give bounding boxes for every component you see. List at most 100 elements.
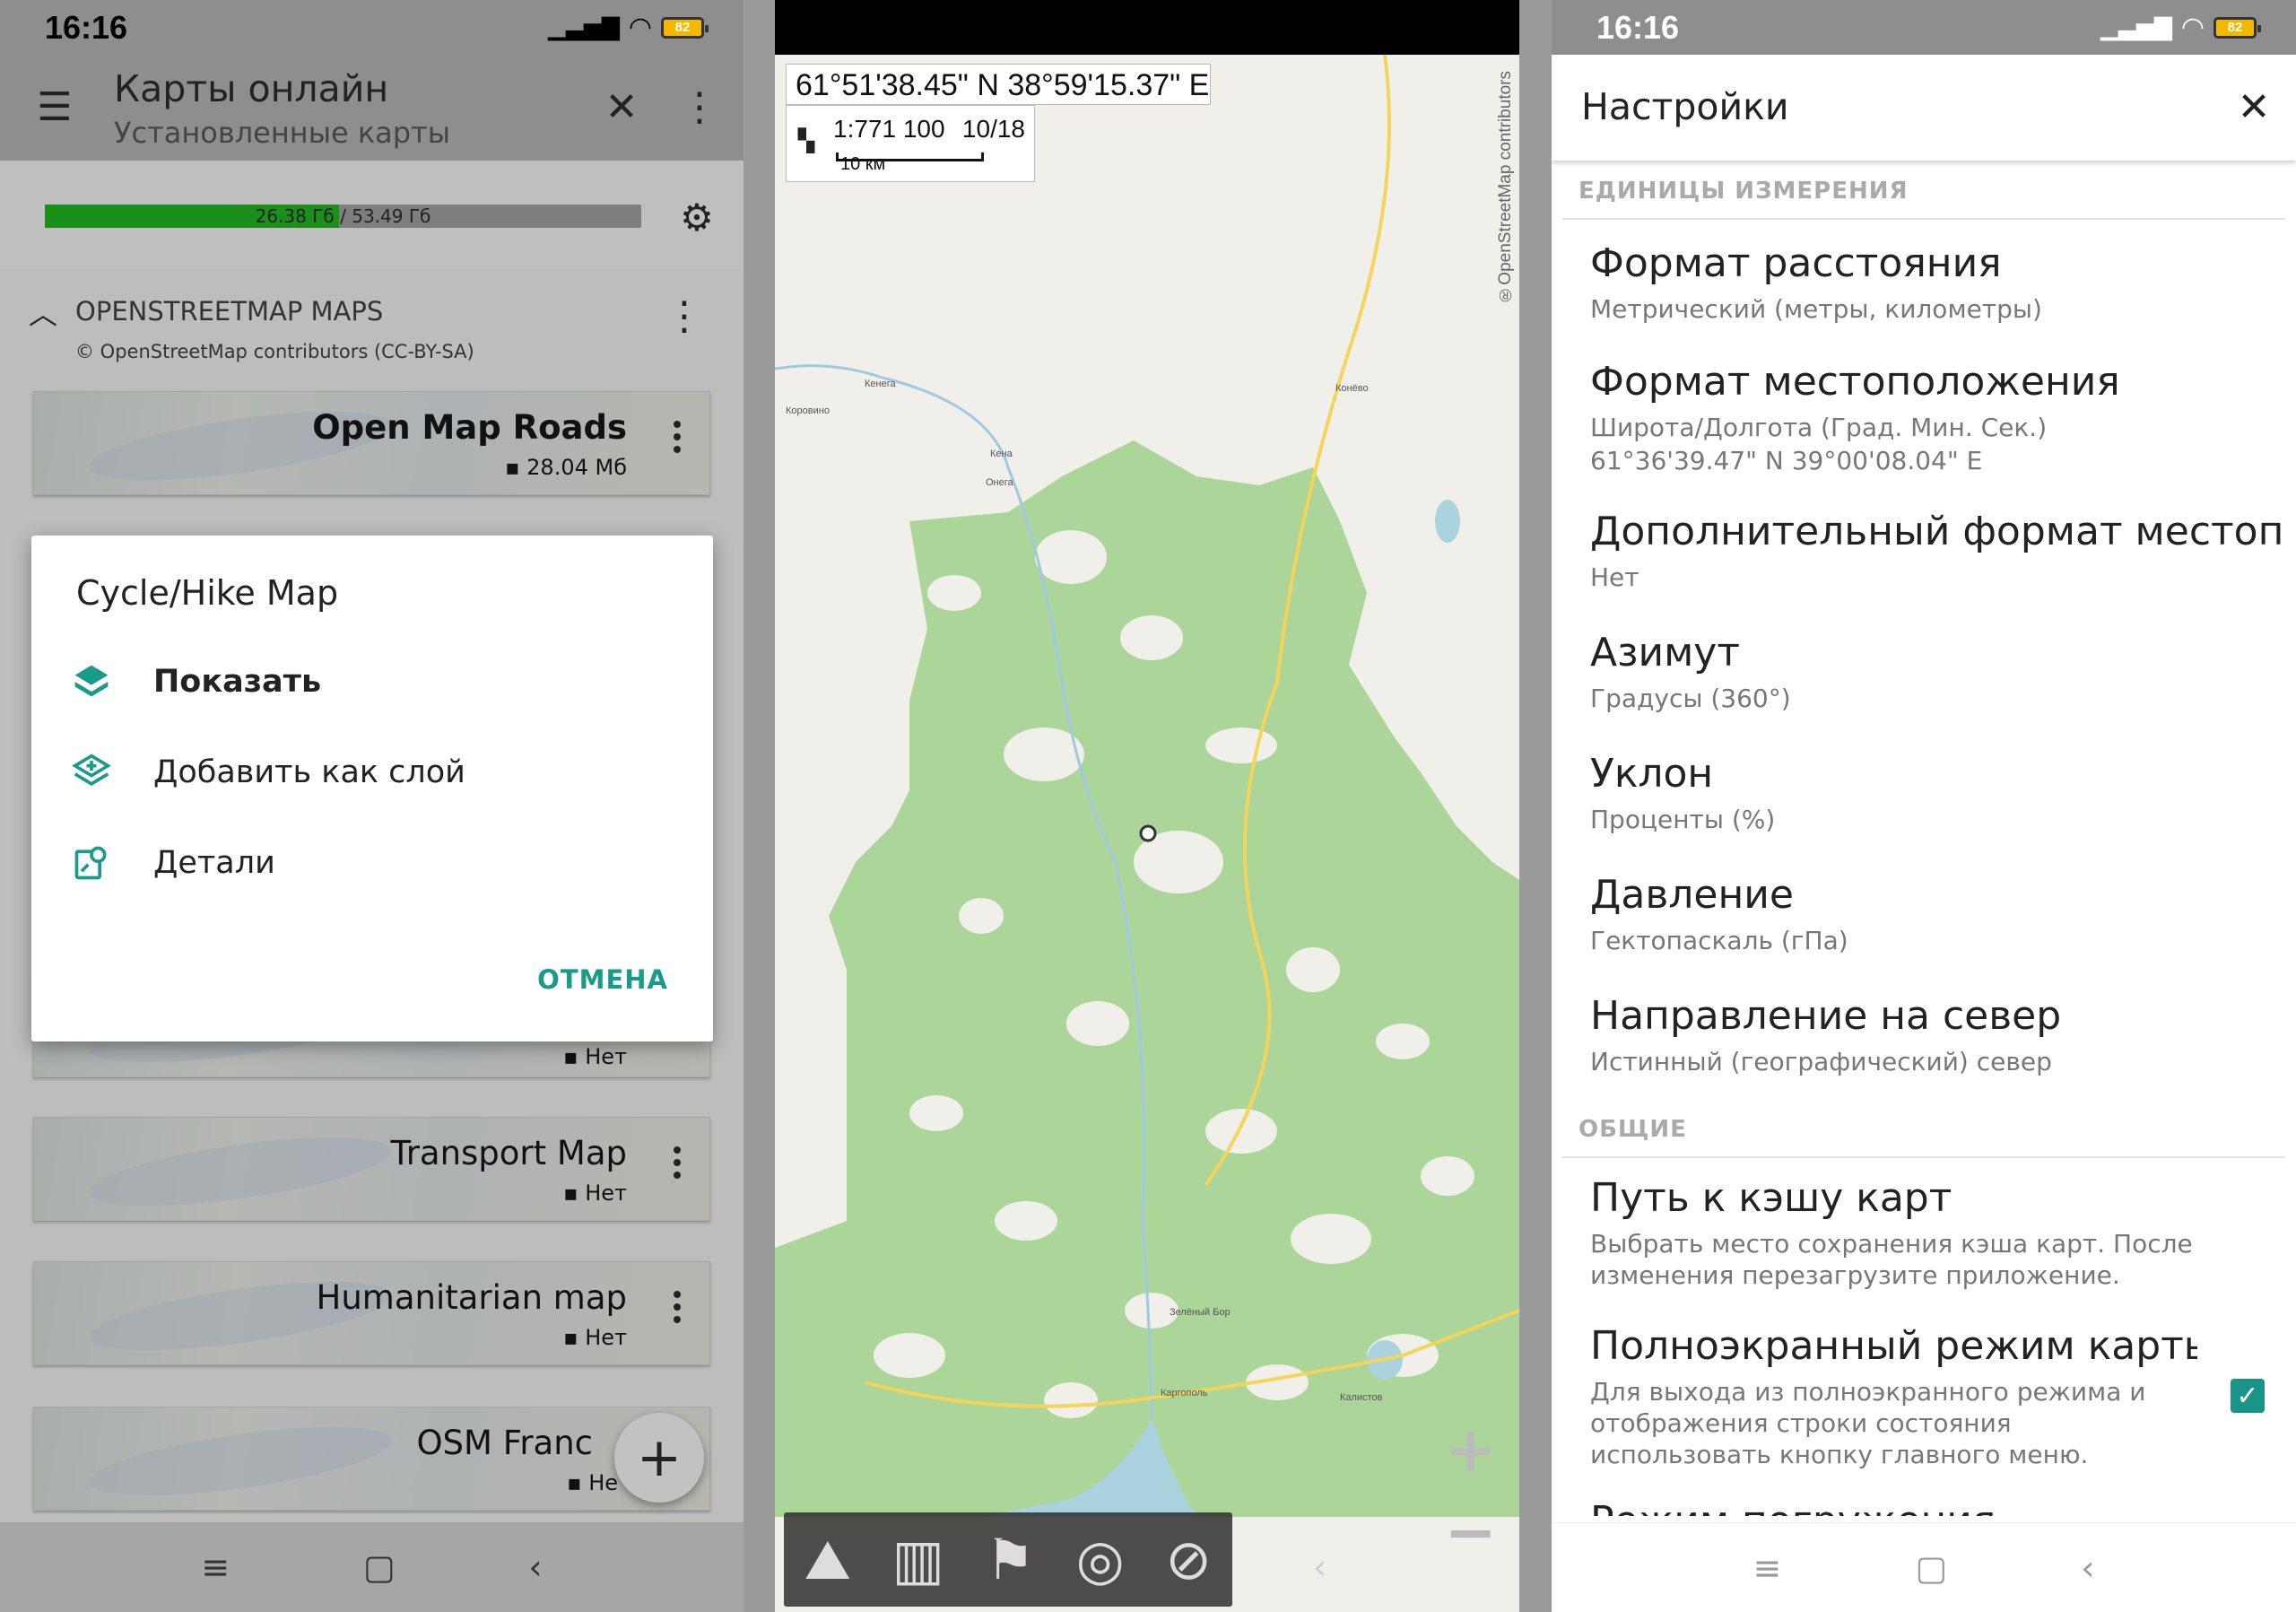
- home-icon[interactable]: ▢: [1915, 1548, 1947, 1588]
- maps-screen: 16:16 ▁▃▅▇ ◠ 82 ☰ Карты онлайн Установле…: [0, 0, 744, 1612]
- gear-icon[interactable]: ⚙: [674, 196, 719, 240]
- sd-card-icon: ▪: [563, 1044, 586, 1069]
- setting-north-direction[interactable]: Направление на север Истинный (географич…: [1590, 993, 2269, 1077]
- setting-azimuth[interactable]: Азимут Градусы (360°): [1590, 630, 2269, 714]
- signal-icon: ▁▃▅▇: [2100, 13, 2172, 40]
- map-card-size: ▪ 28.04 Мб: [505, 455, 627, 480]
- section-header-units: ЕДИНИЦЫ ИЗМЕРЕНИЯ: [1578, 178, 1909, 205]
- dialog-item-details[interactable]: Детали: [65, 832, 275, 894]
- map-card-name: Open Map Roads: [312, 408, 627, 447]
- map-layers-icon[interactable]: ▥: [891, 1531, 944, 1588]
- map-card-size: ▪ Нет: [563, 1181, 627, 1206]
- zoom-in-button[interactable]: +: [1444, 1418, 1497, 1481]
- place-label: Зелёный Бор: [1170, 1307, 1231, 1318]
- map-card-name: Humanitarian map: [316, 1278, 627, 1317]
- status-time: 16:16: [1596, 8, 1680, 46]
- map-card-humanitarian[interactable]: Humanitarian map ▪ Нет: [33, 1261, 710, 1365]
- maps-menu-icon[interactable]: ⛰: [804, 1531, 851, 1588]
- back-icon[interactable]: ‹: [528, 1547, 542, 1587]
- setting-pressure[interactable]: Давление Гектопаскаль (гПа): [1590, 872, 2269, 956]
- status-bar: 16:16 ▁▃▅▇ ◠ 82: [0, 0, 744, 55]
- map-card-size: ▪ Не: [567, 1470, 618, 1495]
- map-card-transport[interactable]: Transport Map ▪ Нет: [33, 1117, 710, 1221]
- add-map-button[interactable]: +: [614, 1413, 704, 1503]
- check-icon: ✓: [2236, 1380, 2259, 1412]
- dialog-item-show[interactable]: Показать: [65, 650, 321, 713]
- storage-progress: 26.38 Гб / 53.49 Гб: [45, 205, 641, 228]
- page-subtitle: Установленные карты: [114, 116, 450, 150]
- map-options-dialog: Cycle/Hike Map Показать Добавить как сло…: [31, 536, 713, 1041]
- place-label: Коровино: [786, 405, 830, 416]
- chevron-up-icon[interactable]: ︿: [25, 296, 61, 332]
- card-more-icon[interactable]: [674, 1291, 684, 1323]
- nav-bar: ≡ ▢ ‹: [1552, 1522, 2296, 1612]
- back-icon[interactable]: ‹: [2081, 1548, 2094, 1588]
- signal-icon: ▁▃▅▇: [547, 13, 620, 40]
- close-icon[interactable]: ✕: [2231, 87, 2276, 128]
- details-icon: [65, 841, 117, 885]
- map-card-open-map-roads[interactable]: Open Map Roads ▪ 28.04 Мб: [33, 391, 710, 495]
- page-title: Карты онлайн: [114, 67, 389, 110]
- map-card-size: ▪ Нет: [563, 1044, 627, 1069]
- battery-icon: 82: [2213, 16, 2261, 39]
- dialog-title: Cycle/Hike Map: [76, 573, 339, 613]
- more-vert-icon[interactable]: ⋮: [680, 87, 719, 128]
- scale-box: ▚ 1:771 100 10/18 10 км: [786, 105, 1035, 182]
- place-label: Калистов: [1340, 1392, 1383, 1403]
- setting-slope[interactable]: Уклон Проценты (%): [1590, 751, 2269, 835]
- menu-icon[interactable]: ☰: [32, 87, 77, 128]
- plus-icon: +: [636, 1426, 683, 1489]
- sd-card-icon: ▪: [563, 1181, 586, 1206]
- place-label: Кенега: [865, 379, 896, 389]
- map-card-osm-france[interactable]: OSM Franc ▪ Не: [33, 1407, 710, 1511]
- app-bar: Настройки ✕: [1552, 55, 2296, 161]
- setting-extra-location-format[interactable]: Дополнительный формат местоположения Нет: [1590, 509, 2285, 593]
- cancel-button[interactable]: ОТМЕНА: [537, 964, 668, 995]
- back-icon[interactable]: ‹: [1313, 1547, 1326, 1587]
- place-label: Каргополь: [1161, 1388, 1208, 1399]
- map-screen: Коровино Кенега Конёво Кена Онега Зелёны…: [775, 0, 1519, 1612]
- card-more-icon[interactable]: [674, 421, 684, 453]
- map-view[interactable]: Коровино Кенега Конёво Кена Онега Зелёны…: [775, 55, 1519, 1612]
- map-attribution: ®OpenStreetMap contributors: [1496, 71, 1515, 304]
- home-icon[interactable]: ▢: [363, 1547, 396, 1587]
- card-more-icon[interactable]: [674, 1146, 684, 1179]
- app-bar: ☰ Карты онлайн Установленные карты ✕ ⋮: [0, 55, 744, 161]
- section-more-icon[interactable]: ⋮: [665, 296, 704, 337]
- map-canvas: Коровино Кенега Конёво Кена Онега Зелёны…: [775, 55, 1519, 1612]
- add-layer-icon: [65, 750, 117, 795]
- location-marker: [1139, 824, 1157, 842]
- setting-location-format[interactable]: Формат местоположения Широта/Долгота (Гр…: [1590, 359, 2269, 476]
- recents-icon[interactable]: ≡: [201, 1547, 230, 1587]
- section-header-general: ОБЩИЕ: [1578, 1116, 1687, 1143]
- dialog-item-add-layer[interactable]: Добавить как слой: [65, 741, 465, 804]
- scale-value: 1:771 100: [833, 115, 945, 143]
- section-title: OPENSTREETMAP MAPS: [75, 296, 384, 327]
- sd-card-icon: ▪: [563, 1325, 586, 1350]
- gps-icon[interactable]: ◎: [1076, 1531, 1125, 1588]
- map-icon: ▚: [797, 129, 815, 153]
- map-card-name: Transport Map: [390, 1134, 627, 1172]
- coordinates-readout: 61°51'38.45" N 38°59'15.37" E: [786, 64, 1211, 105]
- map-card-name: OSM Franc: [416, 1424, 593, 1462]
- flag-icon[interactable]: ⚑: [986, 1531, 1036, 1588]
- section-license: © OpenStreetMap contributors (CC-BY-SA): [75, 341, 474, 362]
- layers-icon: [65, 659, 117, 704]
- map-toolbar: ⛰ ▥ ⚑ ◎ ⊘: [784, 1512, 1232, 1607]
- status-time: 16:16: [45, 8, 128, 46]
- battery-icon: 82: [661, 16, 709, 39]
- nav-bar: ≡ ▢ ‹: [0, 1522, 744, 1612]
- compass-icon[interactable]: ⊘: [1165, 1531, 1212, 1588]
- close-icon[interactable]: ✕: [599, 87, 644, 128]
- wifi-icon: ◠: [2180, 13, 2205, 42]
- setting-fullscreen-map[interactable]: Полноэкранный режим карты Для выхода из …: [1590, 1323, 2197, 1470]
- settings-screen: 16:16 ▁▃▅▇ ◠ 82 Настройки ✕ ЕДИНИЦЫ ИЗМЕ…: [1552, 0, 2296, 1612]
- fullscreen-checkbox[interactable]: ✓: [2231, 1379, 2265, 1413]
- recents-icon[interactable]: ≡: [1753, 1548, 1782, 1588]
- scale-bar-label: 10 км: [840, 154, 886, 174]
- place-label: Онега: [986, 477, 1014, 488]
- page-title: Настройки: [1581, 85, 1789, 128]
- setting-cache-path[interactable]: Путь к кэшу карт Выбрать место сохранени…: [1590, 1175, 2233, 1291]
- setting-distance-format[interactable]: Формат расстояния Метрический (метры, ки…: [1590, 240, 2269, 325]
- place-label: Кена: [990, 449, 1013, 459]
